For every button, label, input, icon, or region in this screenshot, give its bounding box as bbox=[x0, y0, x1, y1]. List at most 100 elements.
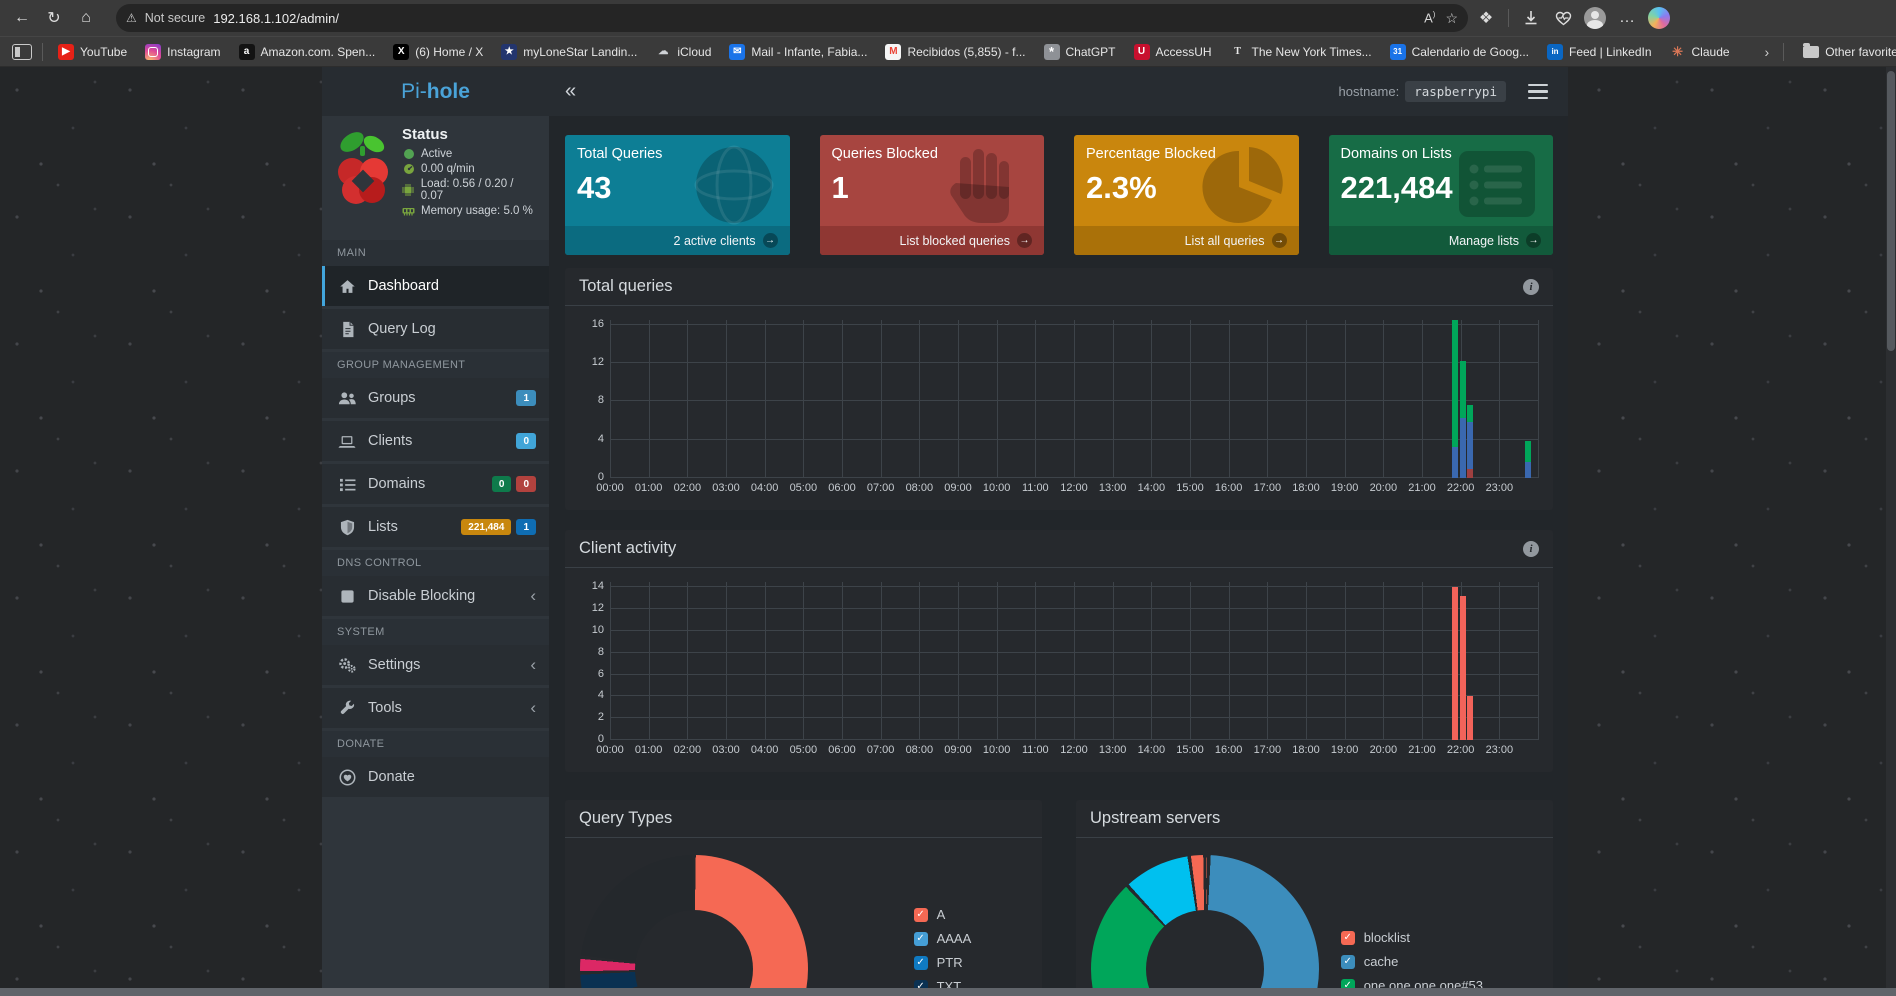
pihole-brand[interactable]: Pi-hole bbox=[322, 67, 549, 116]
downloads-icon[interactable] bbox=[1517, 4, 1545, 32]
page-scrollbar[interactable] bbox=[1886, 67, 1896, 988]
chart-bar-23:45[interactable] bbox=[1525, 441, 1531, 478]
bookmark-item[interactable]: *ChatGPT bbox=[1037, 41, 1123, 63]
file-icon bbox=[338, 321, 356, 338]
status-text: Load: 0.56 / 0.20 / 0.07 bbox=[421, 178, 537, 202]
sidebar-item-clients[interactable]: Clients0 bbox=[322, 421, 549, 461]
chart-bar-22:10[interactable] bbox=[1467, 405, 1473, 478]
sidebar-item-query-log[interactable]: Query Log bbox=[322, 309, 549, 349]
legend-item-a[interactable]: ✓A bbox=[914, 907, 972, 922]
legend-label: cache bbox=[1364, 954, 1399, 969]
query-types-donut[interactable] bbox=[580, 855, 808, 988]
bookmark-item[interactable]: ✳Claude bbox=[1663, 41, 1737, 63]
url-text[interactable]: 192.168.1.102/admin/ bbox=[213, 11, 339, 26]
profile-avatar[interactable] bbox=[1581, 4, 1609, 32]
legend-checkbox[interactable]: ✓ bbox=[1341, 931, 1355, 945]
bookmark-item[interactable]: UAccessUH bbox=[1127, 41, 1219, 63]
more-menu-icon[interactable]: … bbox=[1613, 4, 1641, 32]
favorite-star-icon[interactable]: ☆ bbox=[1445, 10, 1458, 27]
bookmark-item[interactable]: ✉Mail - Infante, Fabia... bbox=[722, 41, 874, 63]
legend-item-aaaa[interactable]: ✓AAAA bbox=[914, 931, 972, 946]
bookmark-item[interactable]: 31Calendario de Goog... bbox=[1383, 41, 1536, 63]
x-tick-label: 22:00 bbox=[1447, 482, 1475, 494]
sidebar-item-groups[interactable]: Groups1 bbox=[322, 378, 549, 418]
status-line: Memory usage: 5.0 % bbox=[402, 205, 537, 217]
bookmark-item[interactable]: ▶YouTube bbox=[51, 41, 134, 63]
status-dot-icon bbox=[402, 148, 415, 160]
bookmark-item[interactable]: ★myLoneStar Landin... bbox=[494, 41, 644, 63]
x-tick-label: 18:00 bbox=[1292, 744, 1320, 756]
total-queries-chart[interactable]: 048121600:0001:0002:0003:0004:0005:0006:… bbox=[610, 320, 1538, 502]
upstream-servers-donut[interactable] bbox=[1091, 855, 1319, 988]
summary-card-total-queries[interactable]: Total Queries432 active clients→ bbox=[565, 135, 790, 255]
sidebar-item-settings[interactable]: Settings‹ bbox=[322, 645, 549, 685]
other-favorites-button[interactable]: Other favorites bbox=[1796, 42, 1896, 62]
summary-card-queries-blocked[interactable]: Queries Blocked1List blocked queries→ bbox=[820, 135, 1045, 255]
security-label[interactable]: Not secure bbox=[145, 11, 205, 25]
home-icon[interactable]: ⌂ bbox=[72, 4, 100, 32]
extensions-icon[interactable]: ❖ bbox=[1472, 4, 1500, 32]
legend-item-ptr[interactable]: ✓PTR bbox=[914, 955, 972, 970]
chart-bar-22:00[interactable] bbox=[1460, 361, 1466, 478]
copilot-icon[interactable] bbox=[1645, 4, 1673, 32]
summary-card-percentage-blocked[interactable]: Percentage Blocked2.3%List all queries→ bbox=[1074, 135, 1299, 255]
bookmark-item[interactable]: aAmazon.com. Spen... bbox=[232, 41, 383, 63]
legend-checkbox[interactable]: ✓ bbox=[1341, 979, 1355, 989]
navbar-menu-icon[interactable] bbox=[1528, 84, 1548, 100]
address-bar[interactable]: ⚠ Not secure 192.168.1.102/admin/ A) ☆ bbox=[116, 4, 1468, 32]
client-activity-panel: Client activity i 0246810121400:0001:000… bbox=[565, 530, 1553, 772]
bookmarks-overflow-chevron[interactable]: › bbox=[1759, 44, 1776, 60]
bookmark-item[interactable]: Instagram bbox=[138, 41, 227, 63]
bookmark-label: YouTube bbox=[80, 45, 127, 59]
sidebar-item-lists[interactable]: Lists221,4841 bbox=[322, 507, 549, 547]
sidebar-item-label: Groups bbox=[368, 390, 416, 406]
bar-segment-blocked bbox=[1467, 469, 1473, 478]
info-icon[interactable]: i bbox=[1523, 279, 1539, 295]
chart-bar-22:00[interactable] bbox=[1460, 596, 1466, 740]
bookmarks-panel-icon[interactable] bbox=[10, 40, 34, 64]
x-tick-label: 19:00 bbox=[1331, 482, 1359, 494]
bookmark-item[interactable]: inFeed | LinkedIn bbox=[1540, 41, 1659, 63]
chart-bar-22:10[interactable] bbox=[1467, 696, 1473, 740]
browser-essentials-icon[interactable] bbox=[1549, 4, 1577, 32]
bar-segment-client bbox=[1460, 596, 1466, 740]
card-title: Domains on Lists bbox=[1329, 135, 1554, 162]
sidebar-collapse-icon[interactable]: « bbox=[565, 80, 576, 103]
bookmark-item[interactable]: ☁iCloud bbox=[648, 41, 718, 63]
info-icon[interactable]: i bbox=[1523, 541, 1539, 557]
sidebar-item-donate[interactable]: Donate bbox=[322, 757, 549, 797]
summary-card-domains-on-lists[interactable]: Domains on Lists221,484Manage lists→ bbox=[1329, 135, 1554, 255]
legend-item-cache[interactable]: ✓ cache bbox=[1341, 954, 1483, 969]
sidebar-item-domains[interactable]: Domains00 bbox=[322, 464, 549, 504]
legend-checkbox[interactable]: ✓ bbox=[914, 932, 928, 946]
sidebar-item-disable-blocking[interactable]: Disable Blocking‹ bbox=[322, 576, 549, 616]
bookmark-item[interactable]: MRecibidos (5,855) - f... bbox=[878, 41, 1032, 63]
legend-checkbox[interactable]: ✓ bbox=[914, 908, 928, 922]
y-tick-label: 10 bbox=[578, 624, 604, 636]
x-tick-label: 21:00 bbox=[1408, 482, 1436, 494]
chart-bar-21:50[interactable] bbox=[1452, 587, 1458, 740]
x-tick-label: 07:00 bbox=[867, 744, 895, 756]
back-icon[interactable]: ← bbox=[8, 4, 36, 32]
legend-item-txt[interactable]: ✓TXT bbox=[914, 979, 972, 988]
refresh-icon[interactable]: ↻ bbox=[40, 4, 68, 32]
x-tick-label: 20:00 bbox=[1370, 744, 1398, 756]
legend-checkbox[interactable]: ✓ bbox=[1341, 955, 1355, 969]
legend-checkbox[interactable]: ✓ bbox=[914, 980, 928, 989]
bookmark-item[interactable]: X(6) Home / X bbox=[386, 41, 490, 63]
legend-checkbox[interactable]: ✓ bbox=[914, 956, 928, 970]
x-tick-label: 23:00 bbox=[1486, 482, 1514, 494]
menu-section-header: DNS CONTROL bbox=[322, 550, 549, 576]
y-tick-label: 14 bbox=[578, 580, 604, 592]
sidebar-item-dashboard[interactable]: Dashboard bbox=[322, 266, 549, 306]
status-text: Memory usage: 5.0 % bbox=[421, 205, 533, 217]
bookmark-item[interactable]: TThe New York Times... bbox=[1223, 41, 1379, 63]
scrollbar-thumb[interactable] bbox=[1887, 71, 1895, 351]
sidebar-item-tools[interactable]: Tools‹ bbox=[322, 688, 549, 728]
legend-item-blocklist[interactable]: ✓blocklist bbox=[1341, 930, 1483, 945]
legend-item-one-one-one-one-53[interactable]: ✓one.one.one.one#53 bbox=[1341, 978, 1483, 988]
client-activity-chart[interactable]: 0246810121400:0001:0002:0003:0004:0005:0… bbox=[610, 582, 1538, 764]
chart-bar-21:50[interactable] bbox=[1452, 320, 1458, 478]
y-tick-label: 12 bbox=[578, 356, 604, 368]
read-aloud-icon[interactable]: A) bbox=[1424, 10, 1435, 25]
